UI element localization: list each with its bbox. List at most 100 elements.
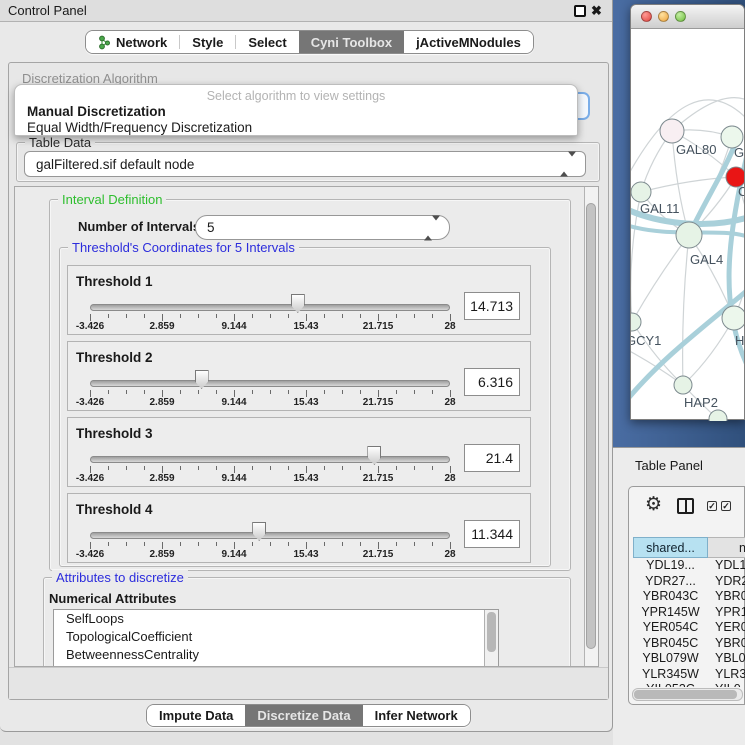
- threshold-slider-track[interactable]: [90, 456, 450, 463]
- slider-tick: [234, 466, 235, 473]
- slider-tick-label: 28: [444, 549, 455, 560]
- zoom-traffic-light[interactable]: [675, 11, 686, 22]
- network-node[interactable]: [709, 410, 727, 421]
- slider-tick: [342, 466, 343, 470]
- slider-tick: [108, 314, 109, 318]
- network-node-hap2[interactable]: [674, 376, 692, 394]
- slider-tick: [342, 542, 343, 546]
- network-node-gal11[interactable]: [631, 182, 651, 202]
- table-panel-title: Table Panel: [635, 458, 703, 473]
- threshold-slider-track[interactable]: [90, 304, 450, 311]
- attributes-scrollbar[interactable]: [484, 610, 498, 667]
- minimize-traffic-light[interactable]: [658, 11, 669, 22]
- checkbox-icon[interactable]: ✓: [721, 501, 731, 511]
- control-panel-titlebar: Control Panel ✖: [0, 0, 612, 22]
- network-node-gal80[interactable]: [660, 119, 684, 143]
- tab-select[interactable]: Select: [236, 31, 298, 53]
- slider-tick: [360, 314, 361, 318]
- attribute-list-item[interactable]: BetweennessCentrality: [54, 646, 498, 664]
- checkbox-icon[interactable]: ✓: [707, 501, 717, 511]
- close-icon[interactable]: ✖: [591, 3, 602, 19]
- attribute-list-item[interactable]: SelfLoops: [54, 610, 498, 628]
- slider-tick-label: 15.43: [293, 549, 318, 560]
- table-hscrollbar-thumb[interactable]: [634, 690, 737, 699]
- cell-shared-name: YLR345W: [633, 667, 708, 683]
- slider-tick: [180, 466, 181, 470]
- slider-tick: [306, 390, 307, 397]
- slider-tick: [414, 390, 415, 394]
- slider-tick: [432, 390, 433, 394]
- threshold-slider-track[interactable]: [90, 380, 450, 387]
- cell-name: YDL1: [708, 558, 745, 574]
- cell-shared-name: YDR27...: [633, 574, 708, 590]
- tab-impute-data[interactable]: Impute Data: [147, 705, 245, 726]
- main-scrollbar-thumb[interactable]: [586, 203, 596, 649]
- threshold-value-field[interactable]: 11.344: [464, 520, 520, 548]
- attribute-list-item[interactable]: TopologicalCoefficient: [54, 628, 498, 646]
- table-row[interactable]: YBR045CYBR0: [633, 636, 745, 652]
- network-node-label: GCY1: [631, 333, 661, 348]
- table-row[interactable]: YIL053CYIL0: [633, 682, 745, 687]
- right-region: GAL80GACGAL11GAL4GCY1HHAP2 Table Panel ⚙…: [613, 0, 745, 745]
- table-hscrollbar[interactable]: [632, 688, 743, 701]
- slider-tick: [288, 542, 289, 546]
- dropdown-option-equal-width-frequency-discretization[interactable]: Equal Width/Frequency Discretization: [27, 120, 252, 135]
- tab-cyni-toolbox[interactable]: Cyni Toolbox: [299, 31, 404, 53]
- slider-tick: [252, 390, 253, 394]
- table-row[interactable]: YBL079WYBL0: [633, 651, 745, 667]
- column-header-name[interactable]: n: [708, 537, 745, 558]
- close-traffic-light[interactable]: [641, 11, 652, 22]
- table-row[interactable]: YBR043CYBR0: [633, 589, 745, 605]
- threshold-value-field[interactable]: 6.316: [464, 368, 520, 396]
- slider-tick-label: 2.859: [149, 549, 174, 560]
- table-row[interactable]: YDL19...YDL1: [633, 558, 745, 574]
- network-canvas[interactable]: GAL80GACGAL11GAL4GCY1HHAP2: [631, 29, 744, 421]
- slider-tick: [270, 390, 271, 394]
- threshold-slider-track[interactable]: [90, 532, 450, 539]
- tab-discretize-data[interactable]: Discretize Data: [245, 705, 362, 726]
- slider-tick: [432, 466, 433, 470]
- network-node-gcy1[interactable]: [631, 313, 641, 331]
- column-header-shared-name[interactable]: shared...: [633, 537, 708, 558]
- slider-tick-label: 9.144: [221, 397, 246, 408]
- number-of-intervals-combo[interactable]: 5: [195, 215, 450, 240]
- slider-tick-label: 21.715: [363, 397, 394, 408]
- dropdown-option-manual-discretization[interactable]: Manual Discretization: [27, 104, 166, 119]
- cell-name: YBR0: [708, 636, 745, 652]
- slider-tick-label: -3.426: [76, 321, 104, 332]
- tab-jactivemnodules[interactable]: jActiveMNodules: [404, 31, 533, 53]
- number-of-intervals-label: Number of Intervals: [78, 219, 200, 234]
- network-node-label: GAL4: [690, 252, 723, 267]
- network-node-h[interactable]: [722, 306, 744, 330]
- slider-tick-label: -3.426: [76, 397, 104, 408]
- network-edge: [683, 318, 734, 385]
- tab-style[interactable]: Style: [180, 31, 235, 53]
- threshold-value-field[interactable]: 21.4: [464, 444, 520, 472]
- node-table: ⚙ ✓ ✓ shared... n YDL19...YDL1YDR27...YD…: [628, 486, 745, 705]
- table-data-group-title: Table Data: [25, 135, 95, 150]
- network-node-label: GAL80: [676, 142, 716, 157]
- table-row[interactable]: YDR27...YDR2: [633, 574, 745, 590]
- numerical-attributes-label: Numerical Attributes: [49, 591, 176, 606]
- threshold-value-field[interactable]: 14.713: [464, 292, 520, 320]
- table-row[interactable]: YLR345WYLR3: [633, 667, 745, 683]
- slider-tick: [324, 314, 325, 318]
- slider-tick-label: 28: [444, 397, 455, 408]
- slider-tick-label: 9.144: [221, 473, 246, 484]
- column-layout-icon[interactable]: [677, 498, 694, 514]
- numerical-attributes-list[interactable]: SelfLoopsTopologicalCoefficientBetweenne…: [53, 609, 499, 667]
- table-row[interactable]: YPR145WYPR1: [633, 605, 745, 621]
- attributes-scrollbar-thumb[interactable]: [487, 612, 496, 652]
- table-data-combo[interactable]: galFiltered.sif default node: [24, 151, 586, 177]
- network-window-titlebar[interactable]: [631, 5, 744, 29]
- network-node-label: GA: [734, 145, 744, 160]
- tab-network[interactable]: Network: [86, 31, 179, 53]
- slider-tick-label: -3.426: [76, 549, 104, 560]
- float-window-icon[interactable]: [574, 5, 586, 17]
- algorithm-combo-focused-edge[interactable]: [576, 92, 590, 120]
- table-row[interactable]: YER054CYER0: [633, 620, 745, 636]
- network-node-gal4[interactable]: [676, 222, 702, 248]
- tab-infer-network[interactable]: Infer Network: [363, 705, 470, 726]
- settings-gear-icon[interactable]: ⚙: [645, 493, 662, 515]
- slider-tick: [252, 542, 253, 546]
